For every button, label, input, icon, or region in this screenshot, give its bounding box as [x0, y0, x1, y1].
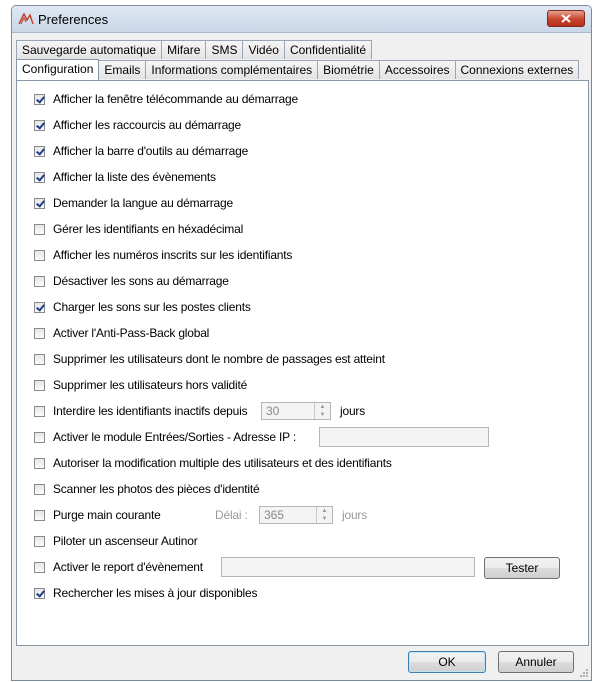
inactive-days-stepper[interactable]: 30 ▲ ▼ — [261, 402, 331, 420]
checkbox[interactable] — [34, 353, 45, 365]
checkbox[interactable] — [34, 587, 45, 599]
checkbox[interactable] — [34, 249, 45, 261]
io-ip-input[interactable] — [319, 427, 489, 447]
tab-biometrie[interactable]: Biométrie — [317, 60, 380, 79]
option-label: Activer le module Entrées/Sorties - Adre… — [53, 430, 296, 444]
close-button[interactable] — [547, 10, 585, 27]
arrow-up-icon[interactable]: ▲ — [315, 403, 330, 411]
tab-video[interactable]: Vidéo — [242, 40, 285, 59]
checkbox[interactable] — [34, 561, 45, 573]
checkbox[interactable] — [34, 457, 45, 469]
checkbox[interactable] — [34, 405, 45, 417]
tab-informations-complementaires[interactable]: Informations complémentaires — [145, 60, 319, 79]
option-row[interactable]: Interdire les identifiants inactifs depu… — [34, 403, 248, 419]
option-label: Supprimer les utilisateurs dont le nombr… — [53, 352, 385, 366]
checkbox[interactable] — [34, 509, 45, 521]
tab-configuration[interactable]: Configuration — [16, 59, 100, 80]
option-row[interactable]: Afficher la barre d'outils au démarrage — [34, 143, 248, 159]
option-label: Autoriser la modification multiple des u… — [53, 456, 392, 470]
option-row[interactable]: Afficher la fenêtre télécommande au déma… — [34, 91, 298, 107]
arrow-down-icon[interactable]: ▼ — [315, 411, 330, 419]
option-label: Activer l'Anti-Pass-Back global — [53, 326, 210, 340]
option-row[interactable]: Supprimer les utilisateurs hors validité — [34, 377, 247, 393]
purge-delay-value: 365 — [264, 508, 285, 522]
tab-sms[interactable]: SMS — [205, 40, 244, 59]
option-row[interactable]: Désactiver les sons au démarrage — [34, 273, 229, 289]
option-row[interactable]: Activer l'Anti-Pass-Back global — [34, 325, 209, 341]
tab-row-top: Sauvegarde automatique Mifare SMS Vidéo … — [16, 40, 373, 60]
app-logo-icon — [18, 12, 34, 25]
tab-confidentialite[interactable]: Confidentialité — [283, 40, 373, 59]
checkbox[interactable] — [34, 171, 45, 183]
option-label: Gérer les identifiants en héxadécimal — [53, 222, 244, 236]
configuration-panel: Afficher la fenêtre télécommande au déma… — [16, 80, 589, 646]
tab-sauvegarde-automatique[interactable]: Sauvegarde automatique — [16, 40, 163, 59]
arrow-up-icon[interactable]: ▲ — [317, 507, 332, 515]
checkbox[interactable] — [34, 119, 45, 131]
option-row[interactable]: Afficher la liste des évènements — [34, 169, 216, 185]
purge-delay-label: Délai : — [215, 508, 248, 522]
option-row[interactable]: Scanner les photos des pièces d'identité — [34, 481, 260, 497]
tab-accessoires[interactable]: Accessoires — [378, 60, 456, 79]
option-label: Supprimer les utilisateurs hors validité — [53, 378, 248, 392]
option-label: Afficher la barre d'outils au démarrage — [53, 144, 249, 158]
checkbox[interactable] — [34, 535, 45, 547]
tab-mifare[interactable]: Mifare — [161, 40, 207, 59]
checkbox[interactable] — [34, 223, 45, 235]
option-label: Afficher la fenêtre télécommande au déma… — [53, 92, 298, 106]
cancel-button[interactable]: Annuler — [498, 651, 574, 673]
option-row[interactable]: Charger les sons sur les postes clients — [34, 299, 251, 315]
option-label: Demander la langue au démarrage — [53, 196, 233, 210]
option-label: Piloter un ascenseur Autinor — [53, 534, 198, 548]
option-label: Purge main courante — [53, 508, 161, 522]
window-title: Preferences — [38, 12, 109, 27]
tab-emails[interactable]: Emails — [98, 60, 147, 79]
option-row[interactable]: Demander la langue au démarrage — [34, 195, 233, 211]
checkbox[interactable] — [34, 197, 45, 209]
tab-connexions-externes[interactable]: Connexions externes — [454, 60, 580, 79]
option-label: Afficher la liste des évènements — [53, 170, 216, 184]
option-row[interactable]: Rechercher les mises à jour disponibles — [34, 585, 258, 601]
ok-button[interactable]: OK — [408, 651, 486, 673]
option-label: Scanner les photos des pièces d'identité — [53, 482, 260, 496]
preferences-window: Preferences Sauvegarde automatique Mifar… — [11, 5, 592, 681]
checkbox[interactable] — [34, 93, 45, 105]
test-button[interactable]: Tester — [484, 557, 560, 579]
option-label: Afficher les numéros inscrits sur les id… — [53, 248, 293, 262]
option-label: Rechercher les mises à jour disponibles — [53, 586, 258, 600]
purge-delay-unit: jours — [342, 508, 368, 522]
checkbox[interactable] — [34, 145, 45, 157]
option-row[interactable]: Autoriser la modification multiple des u… — [34, 455, 392, 471]
option-row[interactable]: Supprimer les utilisateurs dont le nombr… — [34, 351, 385, 367]
option-label: Charger les sons sur les postes clients — [53, 300, 251, 314]
stepper-arrows[interactable]: ▲ ▼ — [314, 403, 330, 419]
option-row[interactable]: Purge main courante — [34, 507, 161, 523]
close-icon — [561, 14, 571, 23]
arrow-down-icon[interactable]: ▼ — [317, 515, 332, 523]
option-row[interactable]: Activer le module Entrées/Sorties - Adre… — [34, 429, 296, 445]
option-label: Désactiver les sons au démarrage — [53, 274, 229, 288]
stepper-arrows[interactable]: ▲ ▼ — [316, 507, 332, 523]
checkbox[interactable] — [34, 327, 45, 339]
title-bar[interactable]: Preferences — [12, 6, 591, 33]
checkbox[interactable] — [34, 431, 45, 443]
option-label: Afficher les raccourcis au démarrage — [53, 118, 241, 132]
option-row[interactable]: Activer le report d'évènement — [34, 559, 203, 575]
event-report-input[interactable] — [221, 557, 475, 577]
option-row[interactable]: Afficher les raccourcis au démarrage — [34, 117, 241, 133]
purge-delay-stepper[interactable]: 365 ▲ ▼ — [259, 506, 333, 524]
resize-grip-icon[interactable] — [579, 668, 589, 678]
checkbox[interactable] — [34, 483, 45, 495]
inactive-days-value: 30 — [266, 404, 280, 418]
option-label: Activer le report d'évènement — [53, 560, 203, 574]
checkbox[interactable] — [34, 275, 45, 287]
option-row[interactable]: Afficher les numéros inscrits sur les id… — [34, 247, 292, 263]
checkbox[interactable] — [34, 379, 45, 391]
option-row[interactable]: Gérer les identifiants en héxadécimal — [34, 221, 243, 237]
option-label: Interdire les identifiants inactifs depu… — [53, 404, 248, 418]
checkbox[interactable] — [34, 301, 45, 313]
tab-row-bottom: Configuration Emails Informations complé… — [16, 59, 580, 80]
inactive-days-unit: jours — [340, 404, 366, 418]
option-row[interactable]: Piloter un ascenseur Autinor — [34, 533, 198, 549]
